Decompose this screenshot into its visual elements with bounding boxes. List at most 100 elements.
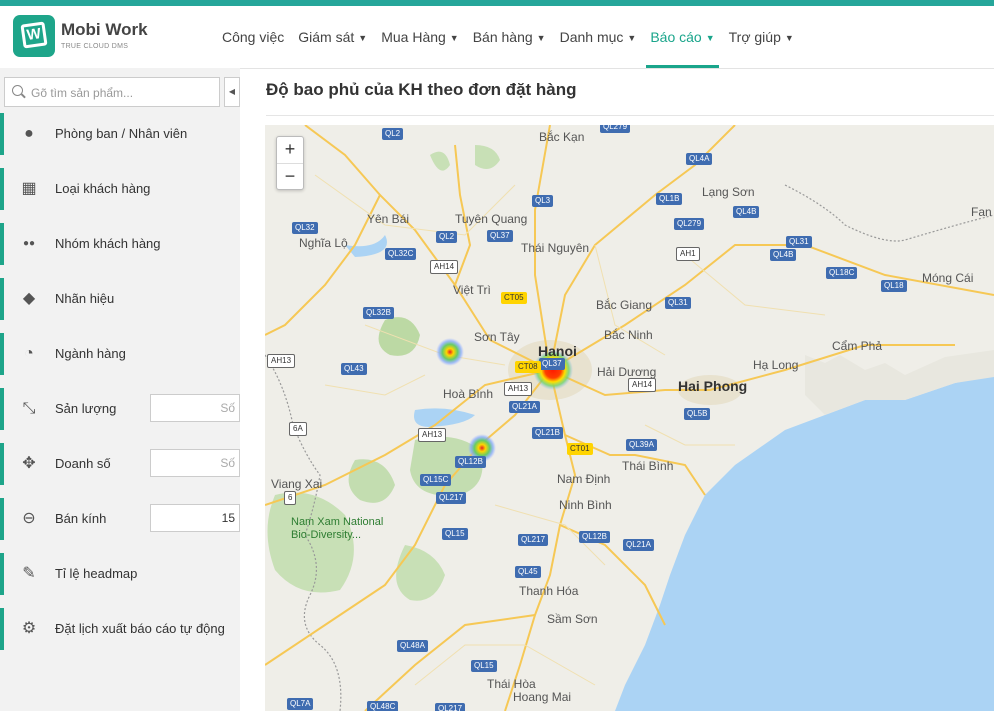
road-shield: QL45 bbox=[515, 566, 541, 578]
sidebar-number-input[interactable] bbox=[150, 504, 240, 532]
road-shield: AH14 bbox=[430, 260, 459, 274]
road-shield: QL217 bbox=[518, 534, 549, 546]
search-input[interactable] bbox=[29, 81, 213, 105]
road-shield: QL7A bbox=[287, 698, 314, 710]
sidebar-item-6[interactable]: ✥ Doanh số bbox=[0, 443, 240, 485]
place-label: Thái Bình bbox=[622, 459, 674, 473]
nav-item-0[interactable]: Công việc bbox=[215, 6, 291, 68]
sidebar-item-5[interactable]: ⤡ Sản lượng bbox=[0, 388, 240, 430]
sidebar-item-8[interactable]: ✎ Tỉ lệ headmap bbox=[0, 553, 240, 595]
nav-item-4[interactable]: Danh mục ▼ bbox=[553, 6, 644, 68]
sidebar-number-input[interactable] bbox=[150, 449, 240, 477]
park-label: Nam Xam National Bio-Diversity... bbox=[291, 516, 384, 541]
place-label: Móng Cái bbox=[922, 271, 974, 285]
zoom-in-button[interactable]: + bbox=[277, 137, 303, 164]
grid-icon: ▦ bbox=[21, 180, 37, 197]
place-label: Fan bbox=[971, 205, 992, 219]
gear-icon: ⚙ bbox=[21, 620, 37, 637]
caret-down-icon: ▼ bbox=[784, 33, 794, 43]
nav-item-3[interactable]: Bán hàng ▼ bbox=[466, 6, 553, 68]
road-shield: QL15 bbox=[442, 528, 468, 540]
place-label: Tuyên Quang bbox=[455, 212, 528, 226]
place-label: Yên Bái bbox=[367, 212, 410, 226]
zoom-control: + − bbox=[276, 136, 304, 190]
road-shield: QL4A bbox=[686, 153, 713, 165]
road-shield: AH14 bbox=[628, 378, 657, 392]
place-label: Hải Dương bbox=[597, 365, 657, 379]
road-shield: QL31 bbox=[786, 236, 812, 248]
place-label: Nam Định bbox=[557, 472, 611, 486]
sidebar-item-label: Nhóm khách hàng bbox=[55, 236, 161, 251]
sidebar-number-input[interactable] bbox=[150, 394, 240, 422]
tag-icon: ◆ bbox=[22, 290, 36, 307]
sidebar-item-label: Đặt lịch xuất báo cáo tự động bbox=[55, 621, 225, 636]
place-label: Ninh Bình bbox=[559, 498, 612, 512]
road-shield: QL48A bbox=[397, 640, 428, 652]
nav-item-2[interactable]: Mua Hàng ▼ bbox=[374, 6, 466, 68]
main-nav: Công việc Giám sát ▼ Mua Hàng ▼ Bán hàng ▼ Danh… bbox=[215, 6, 801, 68]
place-label: Thái Nguyên bbox=[521, 241, 590, 255]
road-shield: QL4B bbox=[733, 206, 760, 218]
road-shield: QL1B bbox=[656, 193, 683, 205]
caret-down-icon: ▼ bbox=[705, 33, 715, 43]
road-shield: QL279 bbox=[674, 218, 705, 230]
place-label: Hạ Long bbox=[753, 358, 799, 372]
road-shield: CT08 bbox=[515, 361, 541, 373]
place-label: Sầm Sơn bbox=[547, 612, 598, 626]
place-label: Bắc Ninh bbox=[604, 328, 653, 342]
app-header: W Mobi Work TRUE CLOUD DMS Công việc Giám… bbox=[0, 6, 994, 69]
road-shield: AH13 bbox=[267, 354, 296, 368]
sidebar-item-0[interactable]: ● Phòng ban / Nhân viên bbox=[0, 113, 240, 155]
road-shield: QL32 bbox=[292, 222, 318, 234]
place-label: Bắc Giang bbox=[596, 298, 653, 312]
sidebar-item-3[interactable]: ◆ Nhãn hiệu bbox=[0, 278, 240, 320]
sidebar-item-9[interactable]: ⚙ Đặt lịch xuất báo cáo tự động bbox=[0, 608, 240, 650]
road-shield: QL15C bbox=[420, 474, 452, 486]
nav-item-1[interactable]: Giám sát ▼ bbox=[291, 6, 374, 68]
logo-letter: W bbox=[20, 21, 48, 49]
place-label: Việt Trì bbox=[453, 283, 491, 297]
sidebar-item-2[interactable]: ●● Nhóm khách hàng bbox=[0, 223, 240, 265]
filter-sidebar: ◀ ● Phòng ban / Nhân viên ▦ Loại khách hàng… bbox=[0, 68, 240, 711]
road-shield: 6A bbox=[289, 422, 307, 436]
mobiwork-logo[interactable]: W bbox=[13, 15, 55, 57]
road-shield: QL2 bbox=[382, 128, 404, 140]
page-title: Độ bao phủ của KH theo đơn đặt hàng bbox=[266, 80, 577, 99]
zoom-out-button[interactable]: − bbox=[277, 164, 303, 190]
brand-tagline: TRUE CLOUD DMS bbox=[61, 43, 129, 50]
place-label: Thanh Hóa bbox=[519, 584, 579, 598]
place-label: Viang Xai bbox=[271, 477, 323, 491]
sidebar-item-4[interactable]: ◔ Ngành hàng bbox=[0, 333, 240, 375]
sidebar-item-1[interactable]: ▦ Loại khách hàng bbox=[0, 168, 240, 210]
road-shield: CT05 bbox=[501, 292, 527, 304]
road-shield: QL43 bbox=[341, 363, 367, 375]
road-shield: QL21A bbox=[623, 539, 654, 551]
caret-down-icon: ▼ bbox=[449, 33, 459, 43]
city-label: Hanoi bbox=[538, 343, 577, 359]
nav-item-6[interactable]: Trợ giúp ▼ bbox=[722, 6, 801, 68]
nav-label: Danh mục bbox=[559, 29, 624, 45]
road-shield: QL217 bbox=[436, 492, 467, 504]
sidebar-item-label: Sản lượng bbox=[55, 401, 117, 416]
place-label: Hoang Mai bbox=[513, 690, 572, 704]
collapse-sidebar-button[interactable]: ◀ bbox=[224, 77, 240, 107]
road-shield: QL5B bbox=[684, 408, 711, 420]
road-shield: QL21B bbox=[532, 427, 563, 439]
heatmap-map[interactable]: + − Bắc Kạn Lạng Sơn Yên Bái Tuyên Quang Ngh… bbox=[265, 125, 994, 711]
sidebar-item-7[interactable]: ⊖ Bán kính bbox=[0, 498, 240, 540]
product-search[interactable] bbox=[4, 77, 220, 107]
place-label: Cẩm Phả bbox=[832, 339, 883, 353]
user-icon: ● bbox=[24, 125, 34, 142]
place-label: Lạng Sơn bbox=[702, 185, 755, 199]
title-divider bbox=[266, 115, 994, 116]
nav-label: Báo cáo bbox=[650, 29, 702, 45]
road-shield: QL217 bbox=[435, 703, 466, 711]
nav-item-5[interactable]: Báo cáo ▼ bbox=[643, 6, 721, 68]
place-label: Hoà Bình bbox=[443, 387, 494, 401]
heat-point-ba-vi[interactable] bbox=[436, 338, 464, 366]
road-shield: QL48C bbox=[367, 701, 399, 711]
forest-patch bbox=[378, 317, 420, 356]
brand-name: Mobi Work bbox=[61, 20, 148, 39]
road-shield: 6 bbox=[284, 491, 297, 505]
road-shield: AH13 bbox=[504, 382, 533, 396]
